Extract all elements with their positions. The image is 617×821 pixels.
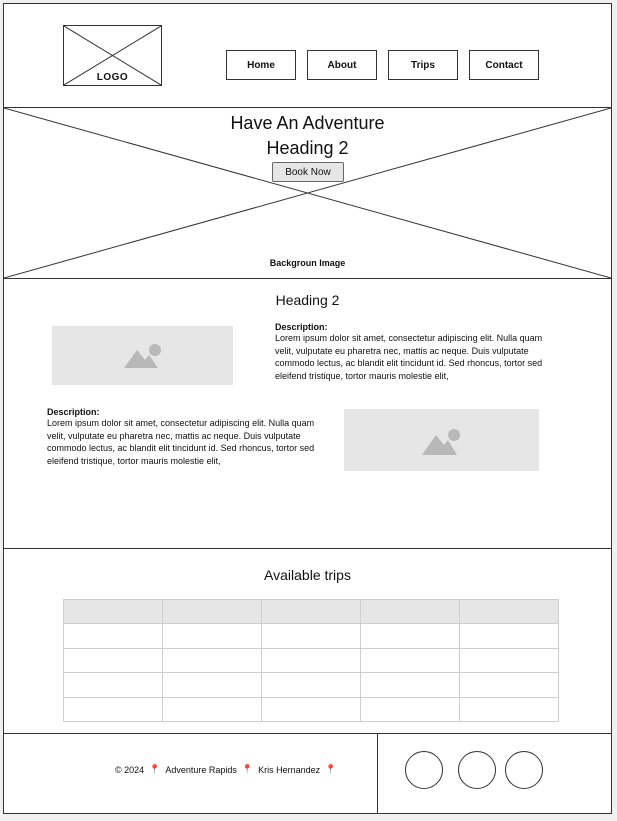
table-cell xyxy=(459,647,559,673)
table-cell xyxy=(63,672,163,698)
nav-about-button[interactable]: About xyxy=(307,50,377,80)
table-cell xyxy=(360,623,460,649)
table-row[interactable] xyxy=(63,672,559,698)
table-cell xyxy=(162,696,262,722)
logo-label: LOGO xyxy=(96,72,129,83)
content-heading: Heading 2 xyxy=(275,292,340,308)
table-header-cell xyxy=(360,599,460,624)
table-row[interactable] xyxy=(63,623,559,649)
table-header-cell xyxy=(63,599,163,624)
table-cell xyxy=(162,647,262,673)
table-cell xyxy=(360,696,460,722)
social-icon[interactable] xyxy=(505,751,543,789)
table-row[interactable] xyxy=(63,696,559,722)
hero-section: Have An Adventure Heading 2 Book Now Bac… xyxy=(4,107,611,279)
book-now-button[interactable]: Book Now xyxy=(272,162,344,182)
description-body: Lorem ipsum dolor sit amet, consectetur … xyxy=(275,333,543,381)
table-cell xyxy=(459,672,559,698)
pin-icon: 📍 xyxy=(149,764,161,774)
social-icon[interactable] xyxy=(458,751,496,789)
table-cell xyxy=(162,672,262,698)
social-icon[interactable] xyxy=(405,751,443,789)
logo[interactable]: LOGO xyxy=(63,25,162,86)
background-image-label: Backgroun Image xyxy=(269,258,346,268)
author-name: Kris Hernandez xyxy=(258,764,321,775)
page: LOGO Home About Trips Contact Have An Ad… xyxy=(3,3,612,814)
pin-icon: 📍 xyxy=(241,764,254,774)
hero-subtitle: Heading 2 xyxy=(266,138,349,158)
nav-home-button[interactable]: Home xyxy=(226,50,296,80)
table-cell xyxy=(261,623,361,649)
table-cell xyxy=(162,623,262,649)
table-cell xyxy=(459,696,559,722)
pin-icon: 📍 xyxy=(325,764,337,774)
table-cell xyxy=(459,623,559,649)
image-placeholder xyxy=(344,409,539,471)
table-header-cell xyxy=(459,599,559,624)
table-cell xyxy=(261,696,361,722)
table-cell xyxy=(360,672,460,698)
table-header-cell xyxy=(162,599,262,624)
description-body: Lorem ipsum dolor sit amet, consectetur … xyxy=(47,418,315,466)
table-cell xyxy=(261,672,361,698)
section-divider xyxy=(4,548,611,549)
table-header-cell xyxy=(261,599,361,624)
nav-trips-button[interactable]: Trips xyxy=(388,50,458,80)
image-icon xyxy=(422,429,460,455)
trips-heading: Available trips xyxy=(264,567,351,583)
table-cell xyxy=(360,647,460,673)
description-block-2: Description: Lorem ipsum dolor sit amet,… xyxy=(47,407,322,467)
hero-title: Have An Adventure xyxy=(230,113,385,133)
table-cell xyxy=(63,623,163,649)
social-links xyxy=(377,733,611,813)
description-title: Description: xyxy=(275,322,328,332)
trips-table xyxy=(63,599,559,722)
nav-contact-button[interactable]: Contact xyxy=(469,50,539,80)
table-header-row xyxy=(63,599,559,624)
table-row[interactable] xyxy=(63,647,559,673)
footer-credits: © 2024 📍 Adventure Rapids 📍 Kris Hernand… xyxy=(115,764,336,775)
company-name: Adventure Rapids xyxy=(165,764,237,775)
description-block-1: Description: Lorem ipsum dolor sit amet,… xyxy=(275,322,550,382)
description-title: Description: xyxy=(47,407,100,417)
table-cell xyxy=(63,647,163,673)
table-cell xyxy=(261,647,361,673)
copyright-text: © 2024 xyxy=(115,764,145,775)
image-icon xyxy=(124,344,161,368)
image-placeholder xyxy=(52,326,233,385)
table-cell xyxy=(63,696,163,722)
